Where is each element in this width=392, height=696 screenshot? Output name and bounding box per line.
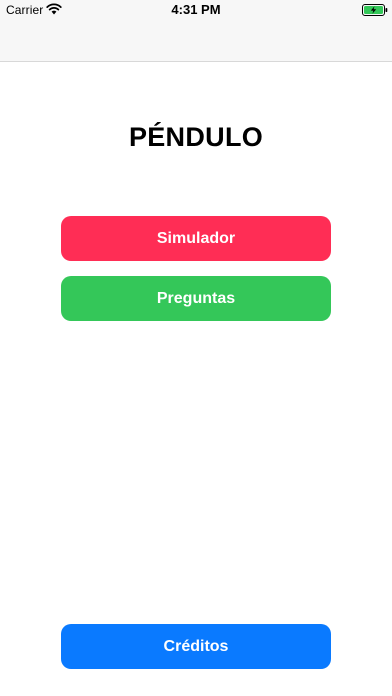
navigation-bar [0, 20, 392, 62]
battery-charging-icon [362, 4, 388, 16]
credits-button[interactable]: Créditos [61, 624, 331, 669]
page-title: PÉNDULO [128, 122, 264, 152]
status-bar: Carrier 4:31 PM [0, 0, 392, 20]
simulator-button[interactable]: Simulador [61, 216, 331, 261]
clock-time: 4:31 PM [171, 2, 221, 17]
questions-button[interactable]: Preguntas [61, 276, 331, 321]
